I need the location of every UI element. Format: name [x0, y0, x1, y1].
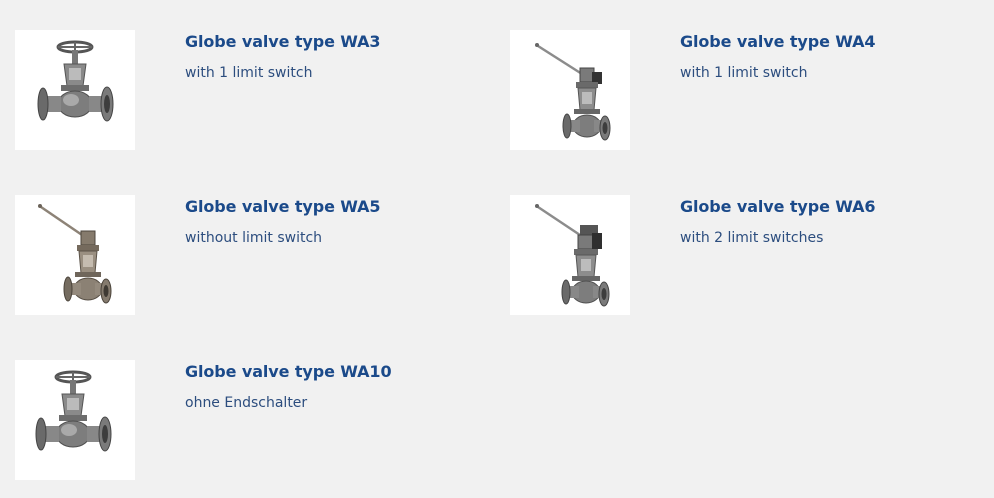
product-subtitle: without limit switch — [185, 230, 323, 246]
lever-globe-valve-icon — [38, 204, 112, 304]
product-image-wa10[interactable] — [15, 360, 135, 480]
product-subtitle: with 1 limit switch — [680, 65, 808, 81]
product-card-wa3[interactable]: Globe valve type WA3 with 1 limit switch — [15, 30, 495, 150]
handwheel-globe-valve-icon — [35, 370, 112, 452]
product-title[interactable]: Globe valve type WA3 — [185, 32, 381, 51]
lever-globe-valve-icon — [535, 204, 610, 307]
product-image-wa3[interactable] — [15, 30, 135, 150]
product-card-wa5[interactable]: Globe valve type WA5 without limit switc… — [15, 195, 495, 315]
product-title[interactable]: Globe valve type WA10 — [185, 362, 392, 381]
product-image-wa4[interactable] — [510, 30, 630, 150]
product-card-wa4[interactable]: Globe valve type WA4 with 1 limit switch — [510, 30, 990, 150]
product-subtitle: with 1 limit switch — [185, 65, 313, 81]
handwheel-globe-valve-icon — [37, 40, 114, 122]
product-subtitle: with 2 limit switches — [680, 230, 824, 246]
product-image-wa5[interactable] — [15, 195, 135, 315]
product-grid: Globe valve type WA3 with 1 limit switch — [0, 0, 994, 498]
lever-globe-valve-icon — [535, 43, 611, 141]
product-title[interactable]: Globe valve type WA4 — [680, 32, 876, 51]
product-card-wa10[interactable]: Globe valve type WA10 ohne Endschalter — [15, 360, 495, 480]
product-title[interactable]: Globe valve type WA5 — [185, 197, 381, 216]
product-subtitle: ohne Endschalter — [185, 395, 308, 411]
product-image-wa6[interactable] — [510, 195, 630, 315]
product-title[interactable]: Globe valve type WA6 — [680, 197, 876, 216]
product-card-wa6[interactable]: Globe valve type WA6 with 2 limit switch… — [510, 195, 990, 315]
